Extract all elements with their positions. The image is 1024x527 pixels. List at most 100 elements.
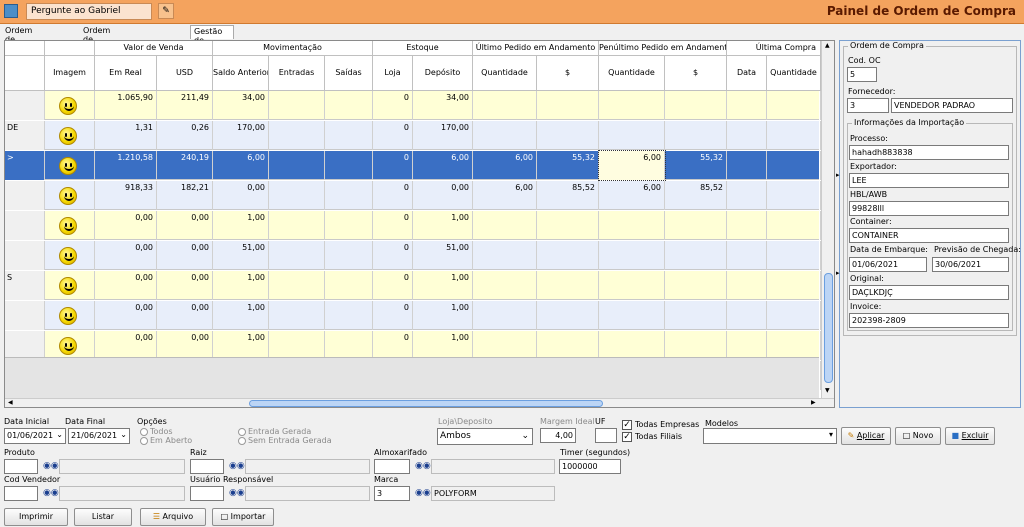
col-saldo-anterior[interactable]: Saldo Anterior: [213, 56, 269, 91]
cell-usd[interactable]: 182,21: [157, 181, 213, 210]
cell-empty[interactable]: [767, 301, 821, 330]
table-row[interactable]: S 0,00 0,00 1,00 0 1,00: [5, 271, 821, 300]
cell-empty[interactable]: [325, 181, 373, 210]
cell-empty[interactable]: [767, 151, 821, 180]
row-indicator[interactable]: [5, 301, 45, 330]
cell-pen-val[interactable]: [665, 241, 727, 270]
cell-saldo[interactable]: 34,00: [213, 91, 269, 120]
cell-saldo[interactable]: 1,00: [213, 271, 269, 300]
cell-ult-qtd[interactable]: 6,00: [473, 151, 537, 180]
col-deposito[interactable]: Depósito: [413, 56, 473, 91]
cell-empty[interactable]: [269, 211, 325, 240]
row-indicator[interactable]: [5, 331, 45, 360]
cod-vendedor-search-icon[interactable]: ◉◉: [43, 488, 59, 498]
loja-deposito-dropdown-icon[interactable]: ⌄: [521, 431, 529, 441]
cell-loja[interactable]: 0: [373, 241, 413, 270]
cell-saldo[interactable]: 1,00: [213, 211, 269, 240]
fornecedor-code-field[interactable]: 3: [847, 98, 889, 113]
cell-em-real[interactable]: 0,00: [95, 211, 157, 240]
cell-empty[interactable]: [269, 331, 325, 360]
cell-empty[interactable]: [325, 241, 373, 270]
cell-pen-val[interactable]: 55,32: [665, 151, 727, 180]
cell-saldo[interactable]: 51,00: [213, 241, 269, 270]
modelos-dropdown-icon[interactable]: ▾: [829, 430, 833, 439]
cell-ult-val[interactable]: [537, 271, 599, 300]
cell-usd[interactable]: 211,49: [157, 91, 213, 120]
row-indicator[interactable]: [5, 241, 45, 270]
cell-deposito[interactable]: 6,00: [413, 151, 473, 180]
ask-gabriel-field[interactable]: Pergunte ao Gabriel: [26, 3, 152, 20]
col-ultimo-quantidade[interactable]: Quantidade: [473, 56, 537, 91]
modelos-select[interactable]: ▾: [703, 428, 837, 444]
row-indicator[interactable]: S: [5, 271, 45, 300]
todas-empresas-checkbox[interactable]: ✓: [622, 420, 632, 430]
sem-entrada-radio[interactable]: [238, 437, 246, 445]
horizontal-scrollbar[interactable]: ◀ ▶: [5, 398, 834, 407]
table-row[interactable]: 0,00 0,00 1,00 0 1,00: [5, 211, 821, 240]
cell-empty[interactable]: [767, 91, 821, 120]
cell-pen-val[interactable]: [665, 301, 727, 330]
cell-empty[interactable]: [767, 331, 821, 360]
cell-em-real[interactable]: 1,31: [95, 121, 157, 150]
tab-ordem-de-compra[interactable]: Ordem de Compra: [2, 25, 40, 53]
aplicar-button[interactable]: ✎ Aplicar: [841, 427, 891, 445]
horizontal-scroll-thumb[interactable]: [249, 400, 603, 407]
marca-search-icon[interactable]: ◉◉: [415, 488, 431, 498]
cell-empty[interactable]: [727, 211, 767, 240]
vertical-scroll-thumb[interactable]: [824, 273, 833, 383]
row-indicator[interactable]: >: [5, 151, 45, 180]
row-indicator[interactable]: [5, 181, 45, 210]
exportador-field[interactable]: LEE: [849, 173, 1009, 188]
cell-deposito[interactable]: 1,00: [413, 211, 473, 240]
cell-usd[interactable]: 0,00: [157, 241, 213, 270]
cell-empty[interactable]: [727, 271, 767, 300]
col-ultima-quantidade[interactable]: Quantidade: [767, 56, 821, 91]
cell-saldo[interactable]: 170,00: [213, 121, 269, 150]
cell-empty[interactable]: [325, 271, 373, 300]
cell-ult-val[interactable]: [537, 91, 599, 120]
cell-deposito[interactable]: 170,00: [413, 121, 473, 150]
cell-pen-qtd[interactable]: [599, 241, 665, 270]
cell-empty[interactable]: [269, 121, 325, 150]
cell-pen-qtd[interactable]: [599, 271, 665, 300]
cell-empty[interactable]: [325, 91, 373, 120]
col-em-real[interactable]: Em Real: [95, 56, 157, 91]
tab-ordem-com-itens[interactable]: Ordem de Compra com Itens: [80, 25, 118, 71]
cell-empty[interactable]: [727, 301, 767, 330]
cell-usd[interactable]: 0,00: [157, 271, 213, 300]
cell-empty[interactable]: [325, 121, 373, 150]
cell-empty[interactable]: [727, 91, 767, 120]
cell-empty[interactable]: [767, 181, 821, 210]
col-saidas[interactable]: Saídas: [325, 56, 373, 91]
todas-filiais-checkbox[interactable]: ✓: [622, 432, 632, 442]
produto-field[interactable]: [4, 459, 38, 474]
cell-saldo[interactable]: 1,00: [213, 331, 269, 360]
row-indicator[interactable]: [5, 91, 45, 120]
fornecedor-name-field[interactable]: VENDEDOR PADRAO: [891, 98, 1013, 113]
cell-pen-val[interactable]: [665, 211, 727, 240]
cell-ult-qtd[interactable]: [473, 121, 537, 150]
vertical-scrollbar[interactable]: ▲ ▼: [821, 41, 834, 398]
scroll-up-icon[interactable]: ▲: [825, 42, 830, 49]
cell-em-real[interactable]: 1.210,58: [95, 151, 157, 180]
cell-deposito[interactable]: 1,00: [413, 331, 473, 360]
table-row[interactable]: 0,00 0,00 51,00 0 51,00: [5, 241, 821, 270]
cell-usd[interactable]: 0,26: [157, 121, 213, 150]
invoice-field[interactable]: 202398-2809: [849, 313, 1009, 328]
cod-vendedor-field[interactable]: [4, 486, 38, 501]
table-row[interactable]: 0,00 0,00 1,00 0 1,00: [5, 331, 821, 360]
cell-ult-qtd[interactable]: [473, 271, 537, 300]
cod-oc-field[interactable]: 5: [847, 67, 877, 82]
hbl-awb-field[interactable]: 99828lll: [849, 201, 1009, 216]
data-inicial-dropdown-icon[interactable]: ⌄: [56, 430, 63, 439]
cell-ult-val[interactable]: 85,52: [537, 181, 599, 210]
cell-ult-qtd[interactable]: [473, 91, 537, 120]
row-indicator[interactable]: [5, 211, 45, 240]
cell-usd[interactable]: 0,00: [157, 301, 213, 330]
cell-empty[interactable]: [269, 241, 325, 270]
data-embarque-field[interactable]: 01/06/2021: [849, 257, 927, 272]
data-final-dropdown-icon[interactable]: ⌄: [120, 430, 127, 439]
cell-em-real[interactable]: 0,00: [95, 241, 157, 270]
cell-empty[interactable]: [269, 181, 325, 210]
cell-loja[interactable]: 0: [373, 91, 413, 120]
